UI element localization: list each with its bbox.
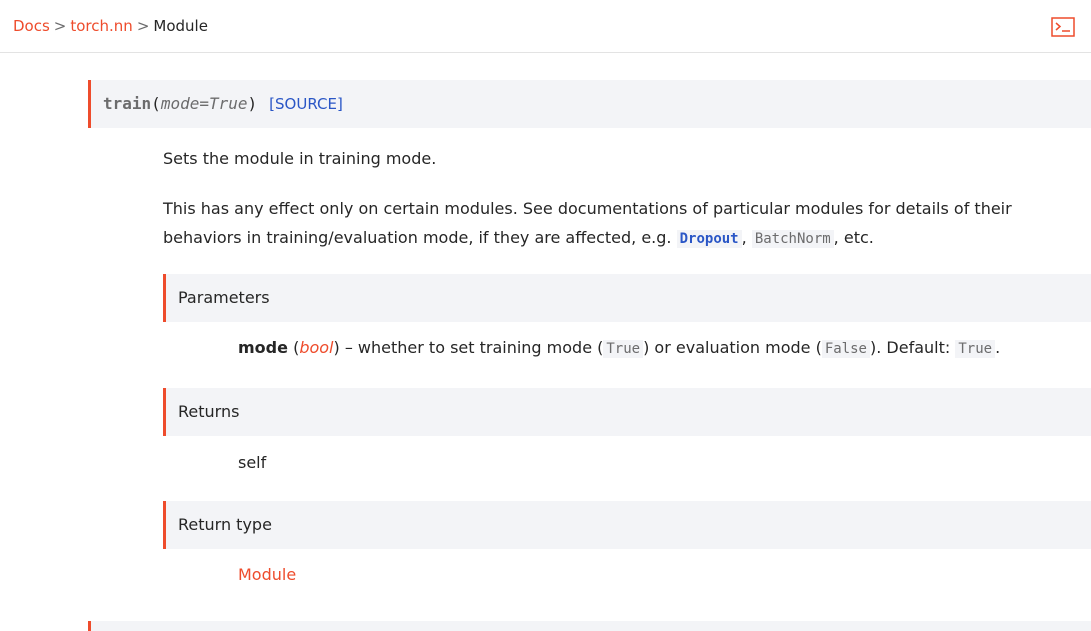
default-code: True [955, 340, 996, 358]
param-end: . [995, 338, 1001, 357]
etc-text: , etc. [833, 228, 874, 247]
return-type-label: Return type [178, 515, 272, 534]
param-desc-c: ). Default: [869, 338, 956, 357]
source-link[interactable]: [SOURCE] [269, 95, 343, 113]
description-paragraph: This has any effect only on certain modu… [163, 194, 1043, 254]
signature-close-paren: ) [247, 94, 258, 113]
top-bar: Docs > torch.nn > Module [0, 0, 1091, 53]
breadcrumb-current: Module [153, 17, 208, 35]
next-signature-edge [88, 621, 1091, 631]
method-signature: train(mode=True) [SOURCE] [88, 80, 1091, 128]
summary-text: Sets the module in training mode. [163, 149, 437, 168]
breadcrumb-separator: > [136, 17, 150, 35]
false-code: False [821, 340, 870, 358]
batchnorm-code: BatchNorm [751, 230, 834, 248]
parameters-header: Parameters [163, 274, 1091, 322]
true-code: True [603, 340, 644, 358]
parameter-mode: mode (bool) – whether to set training mo… [238, 338, 1001, 358]
parameters-label: Parameters [178, 288, 270, 307]
breadcrumb-separator: > [53, 17, 67, 35]
breadcrumb: Docs > torch.nn > Module [13, 17, 208, 35]
returns-label: Returns [178, 402, 240, 421]
returns-header: Returns [163, 388, 1091, 436]
breadcrumb-torch-nn-link[interactable]: torch.nn [70, 17, 132, 35]
param-desc-b: ) or evaluation mode ( [643, 338, 822, 357]
param-name: mode [238, 338, 288, 357]
return-type-link[interactable]: Module [238, 565, 296, 584]
description-text: This has any effect only on certain modu… [163, 199, 1012, 247]
param-type-link[interactable]: bool [299, 338, 333, 357]
terminal-icon[interactable] [1051, 17, 1075, 37]
signature-open-paren: ( [151, 94, 161, 113]
comma: , [741, 228, 747, 247]
breadcrumb-docs-link[interactable]: Docs [13, 17, 50, 35]
method-name: train [103, 94, 152, 113]
return-type-header: Return type [163, 501, 1091, 549]
param-desc-a: – whether to set training mode ( [339, 338, 604, 357]
returns-value: self [238, 453, 267, 472]
dropout-link[interactable]: Dropout [676, 230, 742, 248]
signature-param: mode=True [160, 94, 248, 113]
